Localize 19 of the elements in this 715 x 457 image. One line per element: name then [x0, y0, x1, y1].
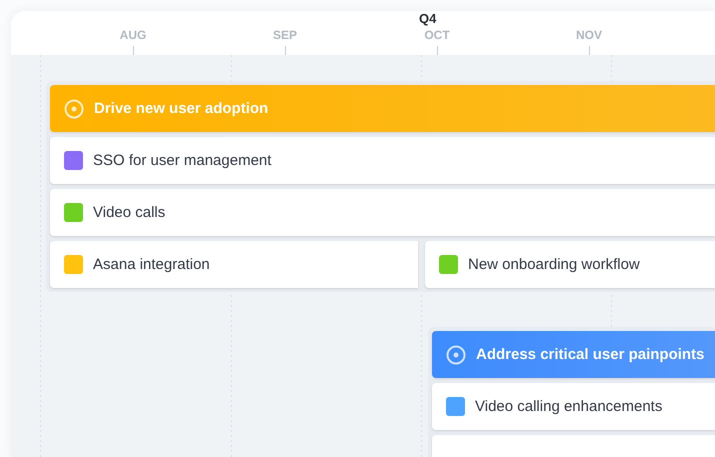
task-card[interactable]: Video calling enhancements [432, 383, 715, 430]
task-card[interactable]: New onboarding workflow [425, 241, 715, 288]
task-card[interactable]: Asana integration [50, 241, 418, 288]
task-card[interactable]: SSO for user management [50, 137, 715, 184]
task-label: New onboarding workflow [468, 256, 640, 273]
task-label: Video calling enhancements [475, 398, 662, 415]
task-label: Asana integration [93, 256, 210, 273]
task-label: SSO for user management [93, 152, 272, 169]
month-label: NOV [576, 27, 602, 43]
month-label: SEP [272, 27, 297, 43]
target-icon [446, 344, 466, 364]
goal-title: Address critical user painpoints [476, 346, 704, 363]
target-icon [64, 98, 84, 118]
month-label: AUG [120, 27, 146, 43]
quarter-label: Q4 [418, 11, 436, 27]
goal-title: Drive new user adoption [94, 100, 268, 117]
task-label: Video calls [93, 204, 166, 221]
month-label: OCT [424, 27, 450, 43]
task-card[interactable]: Video calls [50, 189, 715, 236]
